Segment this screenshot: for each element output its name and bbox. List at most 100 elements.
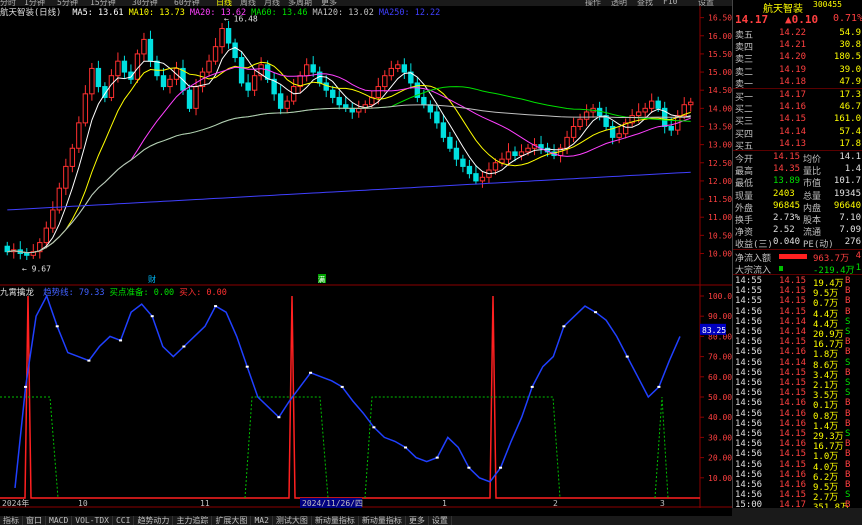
candle-body xyxy=(583,111,590,120)
indicator-tab-12[interactable]: 更多 xyxy=(406,516,429,525)
tick-price: 14.15 xyxy=(779,367,807,378)
indicator-tab-0[interactable]: 指标 xyxy=(0,516,23,525)
stat-label: 最高 xyxy=(735,167,754,178)
stat-value: 0.040 xyxy=(773,237,801,248)
tick-side: B xyxy=(845,439,851,450)
tick-price: 14.14 xyxy=(779,357,807,368)
price-tick: 16.00 xyxy=(708,32,732,41)
ma-legend: MA5: 13.61 MA10: 13.73 MA20: 13.62 MA60: 13… xyxy=(72,8,445,18)
ask-row-0: 卖五 14.22 54.9 xyxy=(733,28,862,41)
stat-label: 流通 xyxy=(803,228,822,239)
stat-value: 2.52 xyxy=(773,225,795,236)
bid-row-1: 买二 14.16 46.7 xyxy=(733,102,862,115)
candle-body xyxy=(277,93,284,109)
tick-time: 14:56 xyxy=(735,327,763,337)
candlestick-chart[interactable]: 16.50 16.00 15.50 15.00 14.50 14.00 13.50 13.00… xyxy=(0,6,732,286)
event-marker-label: 满 xyxy=(318,275,325,284)
ask-price: 14.20 xyxy=(779,52,807,63)
tick-price: 14.15 xyxy=(779,286,807,297)
date-label: 2 xyxy=(553,499,558,508)
tick-time: 14:56 xyxy=(735,398,763,409)
stat-value: 14.35 xyxy=(773,164,801,175)
indicator-tab-3[interactable]: VOL-TDX xyxy=(72,516,113,525)
price-tick: 11.00 xyxy=(708,213,732,222)
ma-label-2: MA20: 13.62 xyxy=(189,8,247,18)
candle-body xyxy=(635,111,642,117)
stat-row-0: 今开 14.15 均价 14.1 xyxy=(733,152,862,165)
tick-side: B xyxy=(845,480,851,490)
indicator-current-value: 83.25 xyxy=(702,326,726,335)
candle-body xyxy=(343,104,349,109)
tick-time: 14:56 xyxy=(735,439,763,450)
flow-extra: -1 xyxy=(850,262,861,273)
ask-row-1: 卖四 14.21 30.8 xyxy=(733,40,862,54)
ask-label: 卖四 xyxy=(735,43,754,54)
candle-body xyxy=(570,125,577,138)
tick-time: 14:55 xyxy=(735,296,763,307)
tick-time: 14:56 xyxy=(735,347,763,358)
bid-label: 买三 xyxy=(735,117,754,128)
indicator-tab-7[interactable]: 扩展大图 xyxy=(212,516,252,525)
bid-vol: 46.7 xyxy=(839,102,861,113)
bid-vol: 57.4 xyxy=(839,126,861,137)
indicator-legend-2: 买入: 0.00 xyxy=(179,288,227,298)
price-tick: 13.50 xyxy=(708,122,732,131)
indicator-tick: 60.00 xyxy=(708,373,732,382)
price-tick: 15.00 xyxy=(708,68,732,77)
quote-panel: 航天智装 300455 14.17 ▲0.10 0.71% 卖五 14.22 54.… xyxy=(732,0,862,525)
bid-label: 买一 xyxy=(735,93,754,103)
flow-bar xyxy=(779,253,807,259)
indicator-tab-1[interactable]: 窗口 xyxy=(23,516,46,525)
flow-bar xyxy=(779,265,783,271)
candle-body xyxy=(336,96,342,106)
trend-point xyxy=(435,456,439,459)
indicator-legend: 趋势线: 79.33 买点准备: 0.00 买入: 0.00 xyxy=(43,288,232,298)
indicator-tab-4[interactable]: CCI xyxy=(113,516,135,525)
stat-value: 96640 xyxy=(833,200,861,211)
indicator-tab-10[interactable]: 新动量指标 xyxy=(312,516,359,525)
candle-body xyxy=(303,64,310,77)
last-price: 14.17 xyxy=(735,13,769,26)
tick-side: S xyxy=(845,429,851,439)
stat-label: 今开 xyxy=(735,155,754,165)
tick-side: B xyxy=(845,469,851,480)
tick-price: 14.15 xyxy=(779,490,807,501)
tick-price: 14.16 xyxy=(779,439,807,450)
indicator-tab-5[interactable]: 趋势动力 xyxy=(134,516,174,525)
indicator-tab-9[interactable]: 测试大图 xyxy=(273,516,312,525)
tick-time: 14:56 xyxy=(735,316,763,327)
trend-point xyxy=(467,466,471,469)
indicator-tick: 40.00 xyxy=(708,413,732,422)
candle-body xyxy=(492,162,499,171)
trend-point xyxy=(55,325,59,328)
bid-row-2: 买三 14.15 161.0 xyxy=(733,114,862,128)
trend-point xyxy=(24,385,28,388)
candle-body xyxy=(238,57,245,84)
tick-time: 14:56 xyxy=(735,429,763,439)
indicator-tab-8[interactable]: MA2 xyxy=(251,516,273,525)
candle-body xyxy=(466,165,473,175)
candle-body xyxy=(147,38,154,62)
tick-time: 14:56 xyxy=(735,480,763,490)
trend-point xyxy=(214,305,218,308)
finance-marker[interactable]: 财 xyxy=(148,274,156,284)
tick-price: 14.15 xyxy=(779,296,807,307)
tick-time: 14:55 xyxy=(735,276,763,286)
indicator-chart[interactable]: 100.0090.0080.0070.0060.0050.0040.0030.0… xyxy=(0,286,732,508)
indicator-tab-11[interactable]: 新动量指标 xyxy=(359,516,406,525)
candle-body xyxy=(212,46,219,62)
stat-label: 量比 xyxy=(803,167,822,178)
tick-price: 14.15 xyxy=(779,378,807,388)
tick-price: 14.15 xyxy=(779,306,807,317)
candle-body xyxy=(206,60,212,73)
date-label: 3 xyxy=(660,499,665,508)
trend-point xyxy=(150,315,154,318)
indicator-legend-1: 买点准备: 0.00 xyxy=(109,288,175,298)
indicator-tab-2[interactable]: MACD xyxy=(46,516,73,525)
trend-point xyxy=(530,385,534,388)
indicator-tab-13[interactable]: 设置 xyxy=(429,516,452,525)
indicator-tab-6[interactable]: 主力追踪 xyxy=(173,516,213,525)
candle-body xyxy=(447,136,453,149)
candle-body xyxy=(401,64,408,73)
candle-body xyxy=(688,101,694,106)
